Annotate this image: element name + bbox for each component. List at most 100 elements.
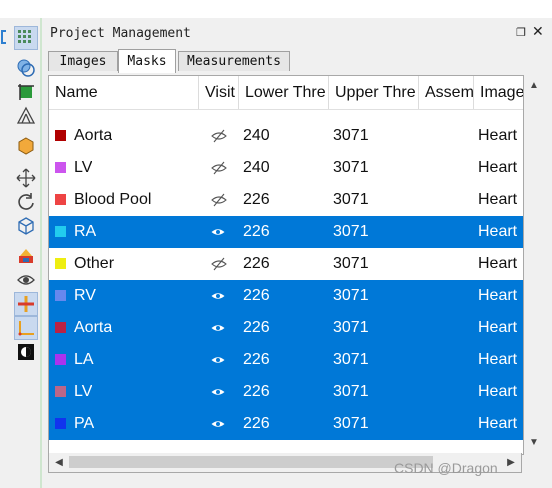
upper-threshold-value: 3071 <box>333 127 369 144</box>
grid-icon[interactable] <box>14 26 38 50</box>
lower-threshold-value: 240 <box>243 159 270 176</box>
mask-color-swatch[interactable] <box>55 322 66 333</box>
upper-threshold-value: 3071 <box>333 415 369 432</box>
eye-icon[interactable] <box>211 280 225 312</box>
layers-icon[interactable] <box>14 244 38 268</box>
contrast-icon[interactable] <box>14 340 38 364</box>
mask-name: Other <box>74 255 115 272</box>
table-row[interactable]: Blood Pool 226 3071 Heart <box>49 184 523 216</box>
lower-threshold-value: 226 <box>243 255 270 272</box>
eye-icon[interactable] <box>14 268 38 292</box>
mask-color-swatch[interactable] <box>55 354 66 365</box>
mask-name: Blood Pool <box>74 191 152 208</box>
bracket-icon <box>1 30 6 44</box>
mask-color-swatch[interactable] <box>55 162 66 173</box>
toolbar-separator <box>40 18 42 488</box>
mask-color-swatch[interactable] <box>55 258 66 269</box>
image-value: Heart <box>478 255 518 272</box>
mask-name: LA <box>74 351 94 368</box>
close-icon[interactable]: ✕ <box>532 23 544 40</box>
scroll-right-icon[interactable]: ▶ <box>504 455 518 469</box>
lower-threshold-value: 226 <box>243 191 270 208</box>
table-row[interactable]: RA 226 3071 Heart <box>49 216 523 248</box>
eye-off-icon[interactable] <box>211 184 227 216</box>
table-row[interactable]: LA 226 3071 Heart <box>49 344 523 376</box>
column-header-assembly[interactable]: Assem <box>419 76 474 109</box>
move-icon[interactable] <box>14 166 38 190</box>
mask-color-swatch[interactable] <box>55 418 66 429</box>
table-row[interactable]: Other 226 3071 Heart <box>49 248 523 280</box>
lower-threshold-value: 226 <box>243 319 270 336</box>
horizontal-scroll-thumb[interactable] <box>69 456 433 468</box>
eye-off-icon[interactable] <box>211 120 227 152</box>
mask-icon[interactable] <box>14 56 38 80</box>
restore-icon[interactable]: ❐ <box>516 26 526 39</box>
mask-name: RA <box>74 223 97 240</box>
rotate-icon[interactable] <box>14 190 38 214</box>
vertical-scrollbar[interactable]: ▲ ▼ <box>524 75 544 473</box>
image-value: Heart <box>478 127 518 144</box>
upper-threshold-value: 3071 <box>333 287 369 304</box>
table-row[interactable]: LV 240 3071 Heart <box>49 152 523 184</box>
scroll-left-icon[interactable]: ◀ <box>52 455 66 469</box>
eye-icon[interactable] <box>211 408 225 440</box>
mask-name: PA <box>74 415 95 432</box>
cube-icon[interactable] <box>14 214 38 238</box>
table-row[interactable]: Aorta 240 3071 Heart <box>49 120 523 152</box>
column-header-upper-threshold[interactable]: Upper Thre <box>329 76 419 109</box>
mask-color-swatch[interactable] <box>55 290 66 301</box>
eye-icon[interactable] <box>211 216 225 248</box>
image-value: Heart <box>478 319 518 336</box>
upper-threshold-value: 3071 <box>333 191 369 208</box>
panel-title: Project Management <box>50 26 191 41</box>
table-row[interactable]: RV 226 3071 Heart <box>49 280 523 312</box>
image-value: Heart <box>478 191 518 208</box>
eye-icon[interactable] <box>211 344 225 376</box>
column-header-name[interactable]: Name <box>49 76 199 109</box>
watermark: CSDN @Dragon <box>394 460 498 476</box>
tab-masks[interactable]: Masks <box>118 49 176 73</box>
column-header-image[interactable]: Image <box>474 76 523 109</box>
image-value: Heart <box>478 159 518 176</box>
lower-threshold-value: 240 <box>243 127 270 144</box>
mask-color-swatch[interactable] <box>55 386 66 397</box>
triangle-icon[interactable] <box>14 104 38 128</box>
upper-threshold-value: 3071 <box>333 223 369 240</box>
masks-table: Name Visit Lower Thre Upper Thre Assem I… <box>48 75 524 455</box>
top-strip <box>0 0 552 18</box>
lower-threshold-value: 226 <box>243 223 270 240</box>
mask-name: RV <box>74 287 96 304</box>
upper-threshold-value: 3071 <box>333 255 369 272</box>
table-row[interactable]: Aorta 226 3071 Heart <box>49 312 523 344</box>
axis-icon[interactable] <box>14 316 38 340</box>
image-value: Heart <box>478 223 518 240</box>
scroll-down-icon[interactable]: ▼ <box>527 435 541 449</box>
lower-threshold-value: 226 <box>243 415 270 432</box>
upper-threshold-value: 3071 <box>333 319 369 336</box>
tab-images[interactable]: Images <box>48 51 118 71</box>
eye-off-icon[interactable] <box>211 152 227 184</box>
image-value: Heart <box>478 415 518 432</box>
tab-measurements[interactable]: Measurements <box>178 51 290 71</box>
image-value: Heart <box>478 287 518 304</box>
image-value: Heart <box>478 351 518 368</box>
column-header-visible[interactable]: Visit <box>199 76 239 109</box>
crosshair-icon[interactable] <box>14 292 38 316</box>
eye-icon[interactable] <box>211 376 225 408</box>
hexagon-icon[interactable] <box>14 134 38 158</box>
project-management-panel: Project Management ❐ ✕ Images Masks Meas… <box>44 18 552 488</box>
column-header-lower-threshold[interactable]: Lower Thre <box>239 76 329 109</box>
mask-color-swatch[interactable] <box>55 226 66 237</box>
crop-icon[interactable] <box>14 80 38 104</box>
mask-name: LV <box>74 159 93 176</box>
table-row[interactable]: LV 226 3071 Heart <box>49 376 523 408</box>
lower-threshold-value: 226 <box>243 383 270 400</box>
upper-threshold-value: 3071 <box>333 383 369 400</box>
scroll-up-icon[interactable]: ▲ <box>527 78 541 92</box>
eye-icon[interactable] <box>211 312 225 344</box>
table-row[interactable]: PA 226 3071 Heart <box>49 408 523 440</box>
image-value: Heart <box>478 383 518 400</box>
mask-color-swatch[interactable] <box>55 194 66 205</box>
eye-off-icon[interactable] <box>211 248 227 280</box>
mask-color-swatch[interactable] <box>55 130 66 141</box>
